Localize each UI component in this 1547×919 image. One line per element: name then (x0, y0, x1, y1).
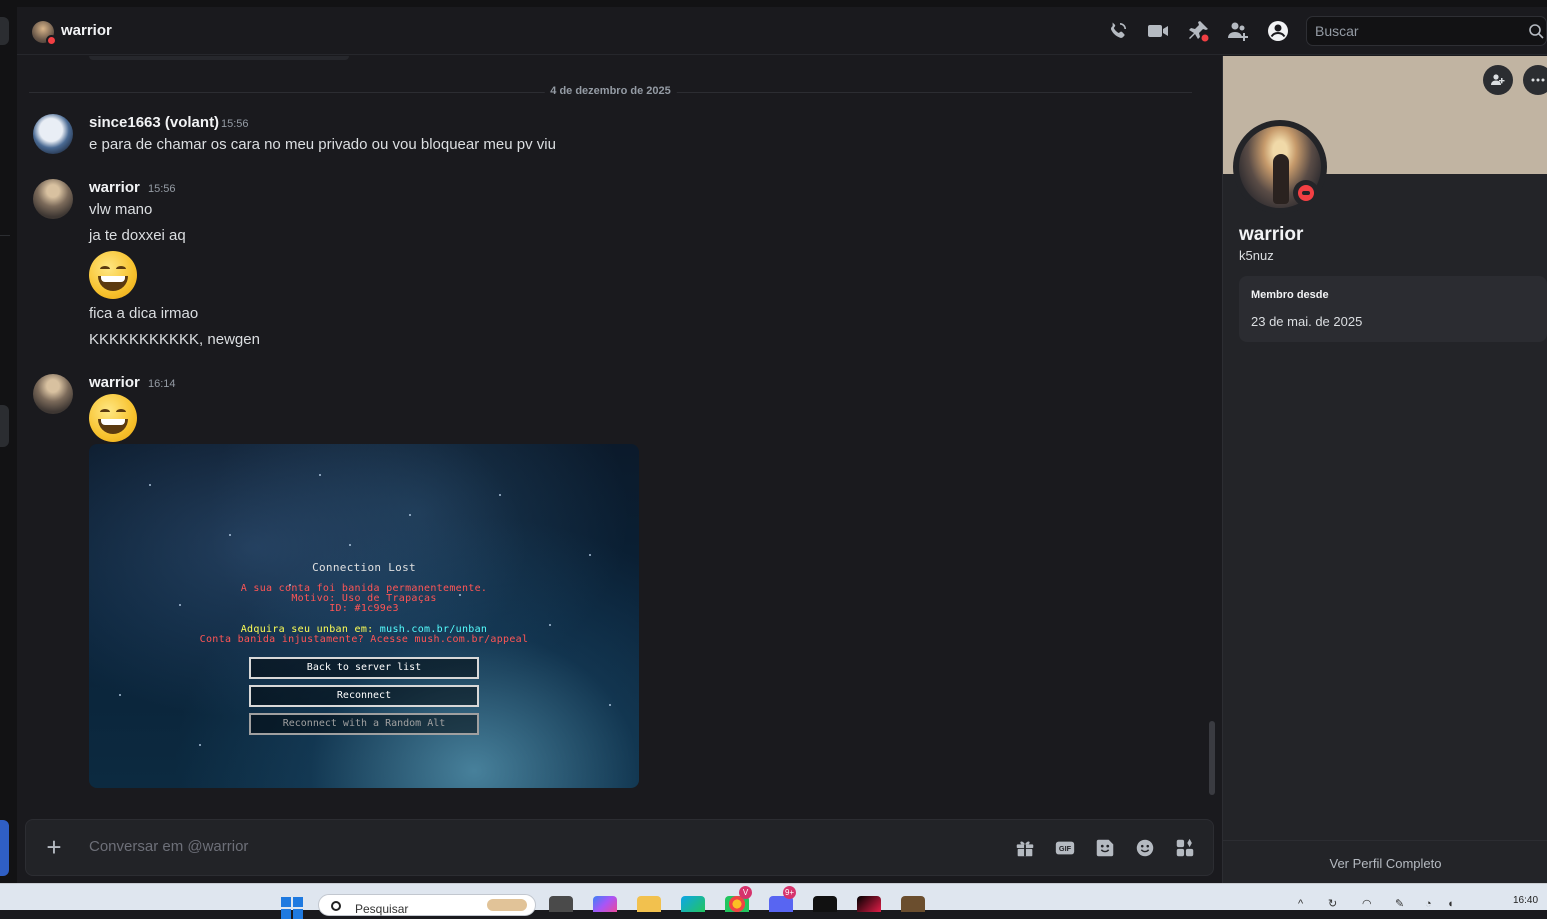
member-since-label: Membro desde (1251, 289, 1329, 301)
pin-icon[interactable] (1186, 19, 1210, 43)
discord-badge: 9+ (783, 886, 796, 899)
message-timestamp: 16:14 (148, 378, 176, 390)
member-since-value: 23 de mai. de 2025 (1251, 314, 1363, 329)
avatar[interactable] (33, 374, 73, 414)
grin-emoji-icon (89, 394, 137, 442)
message-author[interactable]: since1663 (volant) (89, 114, 219, 131)
date-divider-label: 4 de dezembro de 2025 (544, 85, 677, 97)
message-author[interactable]: warrior (89, 179, 140, 196)
pen-icon[interactable]: ✎ (1395, 898, 1407, 910)
taskbar-search[interactable]: Pesquisar (318, 894, 536, 916)
mc-title: Connection Lost (312, 561, 416, 574)
message-text: vlw mano (89, 201, 153, 218)
header-avatar[interactable] (32, 21, 57, 46)
os-taskbar: Pesquisar V 9+ ^ ↻ ◠ ✎ ◔ ◖ 16:40 (0, 883, 1547, 919)
sync-icon[interactable]: ↻ (1328, 898, 1340, 910)
gift-icon[interactable] (1014, 837, 1036, 859)
network-icon[interactable]: ◠ (1362, 898, 1374, 910)
browser-badge: V (739, 886, 752, 899)
svg-text:GIF: GIF (1059, 844, 1072, 853)
message-text: fica a dica irmao (89, 305, 199, 322)
rail-divider (0, 235, 10, 236)
emoji-icon[interactable] (1134, 837, 1156, 859)
profile-username: k5nuz (1239, 248, 1274, 263)
message-text: KKKKKKKKKKK, newgen (89, 331, 260, 348)
mc-reconnect-button: Reconnect (249, 685, 479, 707)
wifi-icon[interactable]: ◔ (1425, 898, 1437, 910)
window-top-strip (0, 0, 1547, 7)
profile-panel: warrior k5nuz Membro desde 23 de mai. de… (1222, 56, 1547, 883)
message-timestamp: 15:56 (221, 118, 249, 130)
message-list[interactable]: 4 de dezembro de 2025 since1663 (volant)… (17, 56, 1222, 820)
date-divider: 4 de dezembro de 2025 (29, 85, 1192, 97)
dnd-status-icon (46, 35, 57, 46)
add-friend-icon[interactable] (1226, 19, 1250, 43)
attach-plus-icon[interactable]: + (42, 834, 66, 860)
message-author[interactable]: warrior (89, 374, 140, 391)
video-call-icon[interactable] (1146, 19, 1170, 43)
dnd-status-icon (1293, 180, 1319, 206)
windows-start-icon[interactable] (281, 897, 303, 919)
profile-avatar[interactable] (1233, 120, 1327, 214)
grin-emoji-icon (89, 251, 137, 299)
view-full-profile-link[interactable]: Ver Perfil Completo (1223, 856, 1547, 871)
volume-icon[interactable]: ◖ (1447, 898, 1459, 910)
profile-display-name: warrior (1239, 224, 1304, 245)
avatar[interactable] (33, 179, 73, 219)
server-rail-item[interactable] (0, 405, 9, 447)
add-friend-button[interactable] (1483, 65, 1513, 95)
message-composer: + GIF (25, 819, 1214, 876)
mc-ban-id: ID: #1c99e3 (329, 603, 399, 614)
search-icon[interactable] (1528, 23, 1544, 39)
previous-attachment-edge (89, 56, 349, 60)
message-text: e para de chamar os cara no meu privado … (89, 136, 556, 153)
taskbar-clock[interactable]: 16:40 (1513, 895, 1538, 906)
chat-scrollbar[interactable] (1209, 721, 1215, 795)
voice-call-icon[interactable] (1106, 19, 1130, 43)
gif-icon[interactable]: GIF (1054, 837, 1076, 859)
member-since-card: Membro desde 23 de mai. de 2025 (1239, 276, 1547, 342)
message-text: ja te doxxei aq (89, 227, 186, 244)
profile-footer: Ver Perfil Completo (1223, 840, 1547, 883)
message-input[interactable] (89, 838, 889, 855)
server-rail (0, 7, 17, 883)
mc-reconnect-alt-button: Reconnect with a Random Alt (249, 713, 479, 735)
search-highlight-image (487, 899, 527, 911)
dm-header: warrior (17, 7, 1547, 55)
image-attachment[interactable]: Connection Lost A sua conta foi banida p… (89, 444, 639, 788)
user-profile-icon[interactable] (1266, 19, 1290, 43)
message-timestamp: 15:56 (148, 183, 176, 195)
sticker-icon[interactable] (1094, 837, 1116, 859)
server-rail-item-active[interactable] (0, 820, 9, 876)
taskbar-search-label: Pesquisar (355, 902, 409, 916)
server-rail-item[interactable] (0, 17, 9, 45)
dm-title[interactable]: warrior (61, 22, 112, 39)
more-options-icon[interactable] (1523, 65, 1547, 95)
mc-appeal-line: Conta banida injustamente? Acesse mush.c… (199, 634, 529, 645)
apps-icon[interactable] (1174, 837, 1196, 859)
search-box[interactable] (1306, 16, 1547, 46)
search-input[interactable] (1315, 23, 1515, 39)
avatar[interactable] (33, 114, 73, 154)
mc-back-button: Back to server list (249, 657, 479, 679)
chevron-up-icon[interactable]: ^ (1298, 898, 1310, 910)
